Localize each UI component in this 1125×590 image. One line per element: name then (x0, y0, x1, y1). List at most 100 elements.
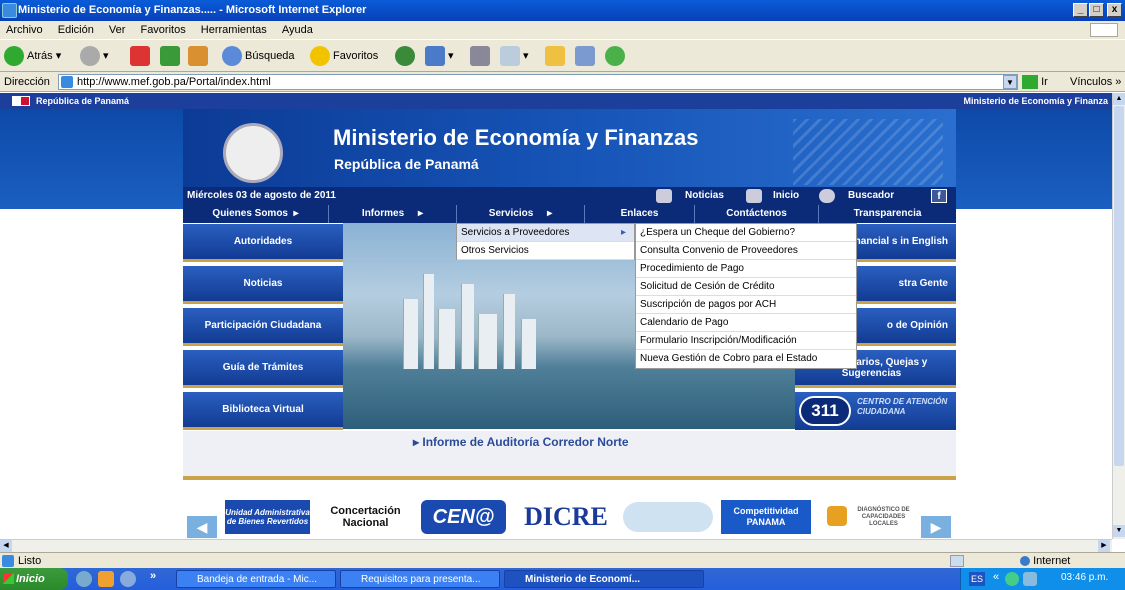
search-button[interactable]: Búsqueda (222, 45, 295, 67)
windows-logo-icon (1090, 23, 1118, 37)
menu-cesion-credito[interactable]: Solicitud de Cesión de Crédito (636, 278, 856, 296)
left-btn-noticias[interactable]: Noticias (183, 266, 343, 304)
left-btn-guia-tramites[interactable]: Guía de Trámites (183, 350, 343, 388)
menu-edicion[interactable]: Edición (58, 24, 94, 36)
task-bandeja[interactable]: Bandeja de entrada - Mic... (176, 570, 336, 588)
scroll-down-icon[interactable]: ▼ (1113, 525, 1125, 537)
left-btn-autoridades[interactable]: Autoridades (183, 224, 343, 262)
menu-formulario-inscripcion[interactable]: Formulario Inscripción/Modificación (636, 332, 856, 350)
left-btn-participacion[interactable]: Participación Ciudadana (183, 308, 343, 346)
language-indicator[interactable]: ES (969, 572, 985, 586)
search-icon (222, 46, 242, 67)
main-nav: Quienes Somos ▸ Informes ▸ Servicios ▸ E… (183, 205, 956, 223)
address-label: Dirección (4, 76, 50, 88)
window-title-bar[interactable]: Ministerio de Economía y Finanzas..... -… (0, 0, 1125, 21)
toolbar: Atrás ▾ ▾ Búsqueda Favoritos ▾ ▾ (0, 39, 1125, 72)
scroll-up-icon[interactable]: ▲ (1113, 93, 1125, 105)
left-btn-biblioteca[interactable]: Biblioteca Virtual (183, 392, 343, 430)
menu-calendario-pago[interactable]: Calendario de Pago (636, 314, 856, 332)
menu-pagos-ach[interactable]: Suscripción de pagos por ACH (636, 296, 856, 314)
folder-button[interactable] (545, 45, 568, 67)
vertical-scrollbar[interactable]: ▲ ▼ (1112, 93, 1125, 539)
logo-competitividad[interactable]: Competitividad PANAMA (721, 500, 811, 534)
internet-zone: Internet (1020, 553, 1070, 569)
print-button[interactable] (470, 45, 493, 67)
logo-unidad-bienes-revertidos[interactable]: Unidad Administrativa de Bienes Revertid… (225, 500, 310, 534)
address-input[interactable]: http://www.mef.gob.pa/Portal/index.html (58, 74, 1018, 90)
quicklaunch-outlook-icon[interactable] (98, 571, 114, 587)
nav-enlaces[interactable]: Enlaces (585, 205, 695, 223)
home-button[interactable] (188, 45, 211, 67)
go-button[interactable]: Ir (1022, 74, 1048, 90)
menu-procedimiento-pago[interactable]: Procedimiento de Pago (636, 260, 856, 278)
horizontal-scrollbar[interactable]: ◀ ▶ (0, 539, 1112, 552)
logos-next-arrow-icon[interactable]: ▶ (921, 516, 951, 538)
forward-button[interactable]: ▾ (80, 45, 109, 67)
logo-concertacion[interactable]: Concertación Nacional (323, 500, 408, 534)
scroll-thumb[interactable] (1114, 106, 1124, 466)
nav-contactenos[interactable]: Contáctenos (695, 205, 819, 223)
house-icon (827, 506, 847, 526)
links-button[interactable]: Vínculos » (1070, 72, 1121, 92)
minimize-button[interactable]: _ (1073, 3, 1088, 17)
task-requisitos[interactable]: Requisitos para presenta... (340, 570, 500, 588)
research-button[interactable] (575, 45, 598, 67)
mail-button[interactable]: ▾ (425, 45, 454, 67)
news-icon (656, 189, 672, 203)
menu-consulta-convenio[interactable]: Consulta Convenio de Proveedores (636, 242, 856, 260)
nav-transparencia[interactable]: Transparencia (819, 205, 956, 223)
quicklaunch-ie-icon[interactable] (76, 571, 92, 587)
menu-herramientas[interactable]: Herramientas (201, 24, 267, 36)
favorites-button[interactable]: Favoritos (310, 45, 378, 67)
menu-archivo[interactable]: Archivo (6, 24, 43, 36)
menu-servicios-proveedores[interactable]: Servicios a Proveedores ▸ (457, 224, 634, 242)
facebook-icon[interactable]: f (931, 189, 947, 203)
menu-espera-cheque[interactable]: ¿Espera un Cheque del Gobierno? (636, 224, 856, 242)
logos-prev-arrow-icon[interactable]: ◀ (187, 516, 217, 538)
home-icon (188, 46, 208, 67)
nav-informes[interactable]: Informes ▸ (329, 205, 457, 223)
close-button[interactable]: x (1107, 3, 1122, 17)
forward-arrow-icon (80, 46, 100, 67)
link-inicio[interactable]: Inicio (773, 187, 799, 205)
servicios-submenu: Servicios a Proveedores ▸ Otros Servicio… (456, 223, 635, 260)
link-noticias[interactable]: Noticias (685, 187, 724, 205)
quicklaunch-more[interactable]: » (150, 570, 156, 582)
history-button[interactable] (395, 45, 418, 67)
start-button[interactable]: Inicio (0, 568, 68, 590)
scroll-right-icon[interactable]: ▶ (1098, 540, 1110, 552)
home-icon (746, 189, 762, 203)
messenger-button[interactable] (605, 45, 628, 67)
address-dropdown-button[interactable]: ▼ (1003, 75, 1017, 89)
menu-gestion-cobro[interactable]: Nueva Gestión de Cobro para el Estado (636, 350, 856, 368)
nav-quienes-somos[interactable]: Quienes Somos ▸ (183, 205, 329, 223)
logo-cena[interactable]: CEN@ (421, 500, 506, 534)
tray-expand-button[interactable]: « (993, 571, 999, 583)
edit-button[interactable]: ▾ (500, 45, 529, 67)
refresh-button[interactable] (160, 45, 183, 67)
quicklaunch-app-icon[interactable] (120, 571, 136, 587)
maximize-button[interactable]: □ (1089, 3, 1104, 17)
centro-311-button[interactable]: 311 CENTRO DE ATENCIÓN CIUDADANA (795, 392, 956, 430)
status-text: Listo (18, 555, 42, 567)
panama-flag-icon (12, 96, 30, 106)
research-icon (575, 46, 595, 67)
menu-otros-servicios[interactable]: Otros Servicios (457, 242, 634, 260)
nav-servicios[interactable]: Servicios ▸ (457, 205, 585, 223)
menu-favoritos[interactable]: Favoritos (140, 24, 185, 36)
task-ministerio[interactable]: Ministerio de Economí... (504, 570, 704, 588)
back-button[interactable]: Atrás ▾ (4, 45, 61, 67)
news-link-auditoria[interactable]: ▸ Informe de Auditoría Corredor Norte (413, 435, 629, 449)
menu-ver[interactable]: Ver (109, 24, 126, 36)
clock: 03:46 p.m. (1061, 572, 1109, 583)
menu-ayuda[interactable]: Ayuda (282, 24, 313, 36)
scroll-left-icon[interactable]: ◀ (0, 540, 12, 552)
logo-diagnostico[interactable]: DIAGNÓSTICO DE CAPACIDADES LOCALES (823, 500, 915, 534)
top-strip: República de Panamá Ministerio de Econom… (0, 93, 1112, 109)
link-buscador[interactable]: Buscador (848, 187, 894, 205)
taskbar: Inicio » Bandeja de entrada - Mic... Req… (0, 568, 1125, 590)
banner-subtitle: República de Panamá (334, 156, 479, 172)
logo-dicre[interactable]: DICRE (516, 500, 616, 534)
page-status-icon (2, 555, 14, 567)
stop-button[interactable] (130, 45, 153, 67)
